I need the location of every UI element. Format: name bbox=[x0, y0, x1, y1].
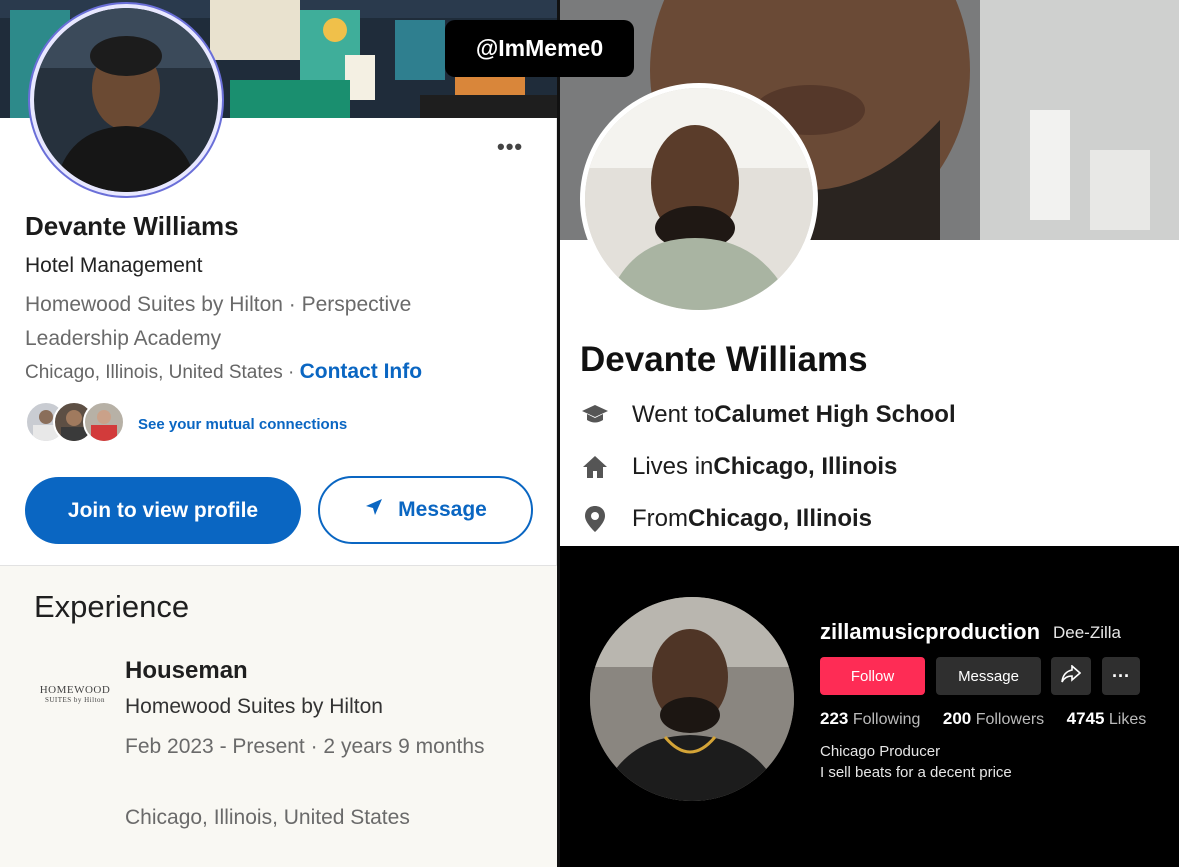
home-icon bbox=[580, 452, 610, 482]
follow-button[interactable]: Follow bbox=[820, 657, 925, 695]
job-location: Chicago, Illinois, United States bbox=[125, 806, 410, 829]
bio-line: I sell beats for a decent price bbox=[820, 764, 1012, 781]
job-dates: Feb 2023 - Present · 2 years 9 months bbox=[125, 735, 485, 758]
education-prefix: Went to bbox=[632, 401, 715, 428]
more-options-button[interactable]: ··· bbox=[1102, 657, 1140, 695]
followers-label[interactable]: Followers bbox=[976, 711, 1044, 728]
mutual-avatar bbox=[83, 401, 125, 443]
tiktok-nickname: Dee-Zilla bbox=[1053, 623, 1122, 642]
logo-text-line1: HOMEWOOD bbox=[39, 684, 111, 696]
followers-count: 200 bbox=[942, 709, 972, 728]
education-value[interactable]: Calumet High School bbox=[714, 401, 955, 429]
current-city-value[interactable]: Chicago, Illinois bbox=[713, 453, 897, 481]
message-button[interactable]: Message bbox=[936, 657, 1041, 695]
mutual-connections-link[interactable]: See your mutual connections bbox=[138, 416, 347, 433]
share-button[interactable] bbox=[1051, 657, 1091, 695]
location-separator: · bbox=[282, 362, 300, 383]
following-count: 223 bbox=[820, 709, 849, 728]
contact-info-link[interactable]: Contact Info bbox=[300, 360, 422, 383]
message-button[interactable]: Message bbox=[318, 476, 533, 544]
current-city-row: Lives in Chicago, Illinois bbox=[580, 451, 897, 483]
profile-name: Devante Williams bbox=[580, 340, 868, 379]
more-options-icon[interactable]: ••• bbox=[497, 134, 523, 160]
likes-label: Likes bbox=[1108, 711, 1147, 728]
bio-line: Chicago Producer bbox=[820, 743, 941, 760]
profile-name: Devante Williams bbox=[25, 211, 239, 241]
tiktok-profile-panel: zillamusicproduction Dee-Zilla Follow Me… bbox=[560, 546, 1179, 867]
share-icon bbox=[1061, 663, 1082, 688]
graduation-cap-icon bbox=[580, 400, 610, 430]
watermark-handle: @ImMeme0 bbox=[445, 20, 634, 77]
current-city-prefix: Lives in bbox=[632, 453, 714, 480]
profile-photo[interactable] bbox=[30, 4, 222, 196]
facebook-profile-panel: Devante Williams Went to Calumet High Sc… bbox=[560, 0, 1179, 546]
send-icon bbox=[364, 497, 384, 523]
company-logo: HOMEWOOD SUITES by Hilton bbox=[36, 684, 114, 704]
profile-stats: 223 Following 200 Followers 4745 Likes bbox=[820, 709, 1146, 729]
job-title: Houseman bbox=[125, 657, 248, 684]
hometown-row: From Chicago, Illinois bbox=[580, 503, 872, 535]
join-to-view-profile-button[interactable]: Join to view profile bbox=[25, 477, 301, 544]
tiktok-username: zillamusicproduction bbox=[820, 619, 1041, 644]
following-label[interactable]: Following bbox=[853, 711, 921, 728]
profile-photo[interactable] bbox=[590, 597, 794, 801]
profile-headline: Hotel Management bbox=[25, 254, 203, 277]
job-company: Homewood Suites by Hilton bbox=[125, 695, 383, 718]
hometown-prefix: From bbox=[632, 505, 688, 532]
location-pin-icon bbox=[580, 504, 610, 534]
profile-location-row: Chicago, Illinois, United States · Conta… bbox=[25, 360, 422, 384]
education-row: Went to Calumet High School bbox=[580, 399, 956, 431]
logo-text-line2: SUITES by Hilton bbox=[44, 696, 106, 704]
profile-location: Chicago, Illinois, United States bbox=[25, 362, 283, 383]
likes-count: 4745 bbox=[1066, 709, 1105, 728]
profile-photo[interactable] bbox=[580, 83, 818, 315]
profile-company-line: Homewood Suites by Hilton · Perspective … bbox=[25, 293, 412, 350]
linkedin-profile-panel: ••• Devante Williams Hotel Management Ho… bbox=[0, 0, 557, 867]
experience-heading: Experience bbox=[34, 589, 190, 624]
hometown-value[interactable]: Chicago, Illinois bbox=[688, 505, 872, 533]
message-button-label: Message bbox=[398, 498, 487, 521]
